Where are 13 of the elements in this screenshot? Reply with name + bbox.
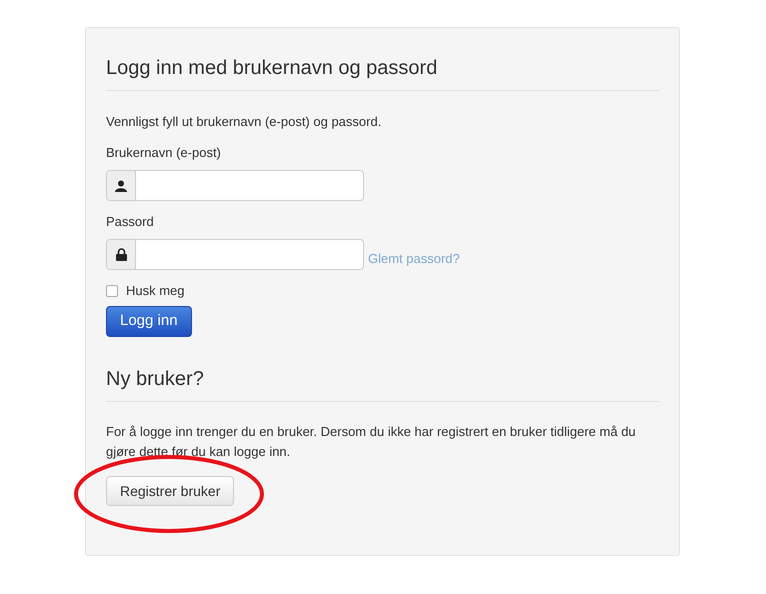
login-heading: Logg inn med brukernavn og passord [106, 56, 438, 81]
intro-text: Vennligst fyll ut brukernavn (e-post) og passord. [106, 113, 382, 131]
register-button[interactable]: Registrer bruker [106, 476, 234, 506]
remember-label: Husk meg [126, 282, 185, 300]
password-label: Passord [106, 213, 155, 231]
user-icon [115, 180, 127, 192]
username-field[interactable] [106, 170, 364, 201]
username-label: Brukernavn (e-post) [106, 144, 222, 162]
new-user-heading: Ny bruker? [106, 367, 205, 392]
remember-checkbox[interactable] [106, 285, 118, 297]
lock-icon [116, 248, 126, 261]
login-button[interactable]: Logg inn [106, 306, 192, 337]
password-field[interactable] [106, 239, 364, 270]
